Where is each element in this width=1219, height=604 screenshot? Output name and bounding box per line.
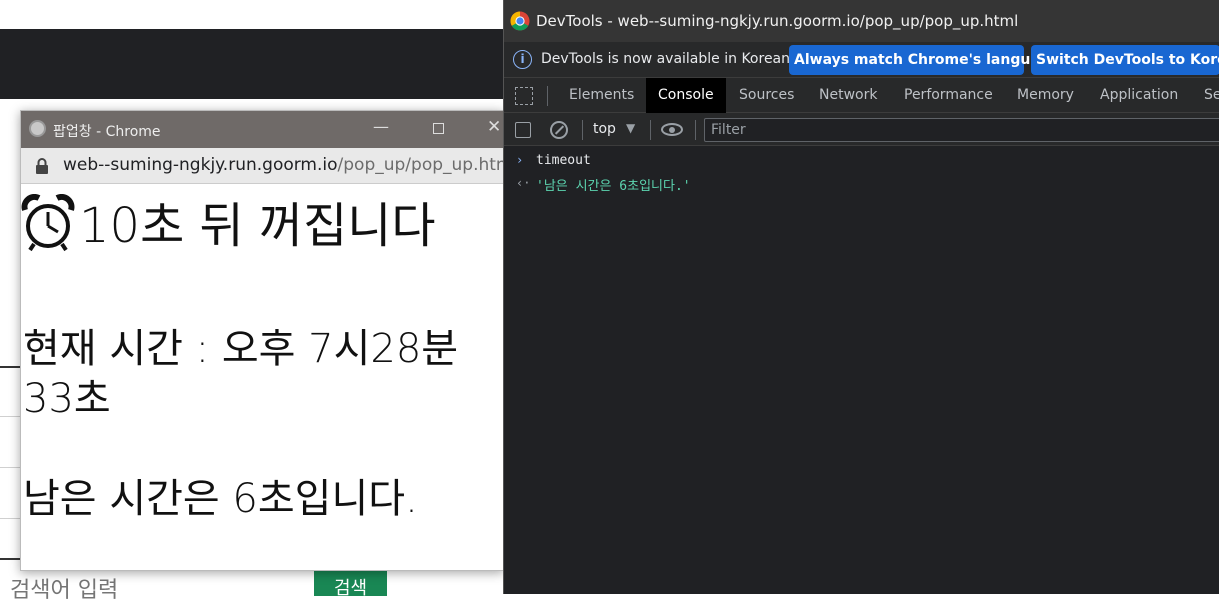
popup-heading-text: 10초 뒤 꺼집니다 <box>79 198 436 254</box>
tab-performance[interactable]: Performance <box>904 78 993 113</box>
devtools-tab-bar: Elements Console Sources Network Perform… <box>504 78 1219 113</box>
url-path: /pop_up/pop_up.html <box>337 155 504 175</box>
tab-network[interactable]: Network <box>819 78 877 113</box>
maximize-icon[interactable] <box>433 123 444 134</box>
console-input-line: timeout <box>536 153 591 168</box>
background-divider <box>0 467 22 468</box>
toolbar-divider <box>695 120 696 140</box>
result-prompt-icon: ‹· <box>516 176 531 190</box>
popup-url[interactable]: web--suming-ngkjy.run.goorm.io/pop_up/po… <box>63 155 504 175</box>
switch-to-korean-button[interactable]: Switch DevTools to Korean <box>1031 45 1219 75</box>
infobar-message: DevTools is now available in Korean! <box>541 51 796 67</box>
url-host: web--suming-ngkjy.run.goorm.io <box>63 155 338 175</box>
devtools-window: DevTools - web--suming-ngkjy.run.goorm.i… <box>503 0 1219 594</box>
input-prompt-icon: › <box>516 153 524 167</box>
current-time-text: 현재 시간 : 오후 7시28분 33초 <box>23 324 503 424</box>
info-icon: i <box>513 50 532 69</box>
background-search-button[interactable]: 검색 <box>314 570 387 599</box>
toolbar-divider <box>582 120 583 140</box>
popup-heading: 10초 뒤 꺼집니다 <box>21 186 436 256</box>
background-divider <box>0 416 22 417</box>
background-page-header <box>0 29 503 99</box>
devtools-titlebar[interactable]: DevTools - web--suming-ngkjy.run.goorm.i… <box>504 0 1219 42</box>
alarm-clock-icon <box>21 194 75 252</box>
chrome-icon <box>510 11 530 31</box>
tab-sources[interactable]: Sources <box>739 78 794 113</box>
sidebar-toggle-icon[interactable] <box>515 122 531 138</box>
popup-titlebar[interactable]: 팝업창 - Chrome — ✕ <box>21 111 503 148</box>
tab-console[interactable]: Console <box>646 78 726 113</box>
background-divider <box>0 558 22 560</box>
current-time-line: 33초 <box>23 376 111 422</box>
background-divider <box>0 366 22 368</box>
always-match-language-button[interactable]: Always match Chrome's language <box>789 45 1059 75</box>
console-result-line: '남은 시간은 6초입니다.' <box>536 179 691 194</box>
lock-icon <box>36 158 48 174</box>
remaining-time-text: 남은 시간은 6초입니다. <box>23 476 418 522</box>
context-selector[interactable]: top <box>593 121 616 137</box>
current-time-line: 현재 시간 : 오후 7시28분 <box>23 326 459 372</box>
close-icon[interactable]: ✕ <box>487 117 501 137</box>
devtools-language-infobar: i DevTools is now available in Korean! A… <box>504 42 1219 78</box>
eye-icon-pupil <box>669 127 675 133</box>
devtools-window-title: DevTools - web--suming-ngkjy.run.goorm.i… <box>536 12 1019 30</box>
globe-icon <box>29 120 46 137</box>
popup-window: 팝업창 - Chrome — ✕ web--suming-ngkjy.run.g… <box>20 110 504 571</box>
tab-application[interactable]: Application <box>1100 78 1178 113</box>
chevron-down-icon[interactable]: ▼ <box>626 121 635 135</box>
popup-window-title: 팝업창 - Chrome <box>53 124 161 140</box>
tab-elements[interactable]: Elements <box>569 78 634 113</box>
popup-address-bar[interactable]: web--suming-ngkjy.run.goorm.io/pop_up/po… <box>21 148 503 184</box>
console-output[interactable]: › timeout ‹· '남은 시간은 6초입니다.' <box>504 146 1219 594</box>
tab-memory[interactable]: Memory <box>1017 78 1074 113</box>
tab-overflow[interactable]: Se <box>1204 78 1219 113</box>
background-divider <box>0 518 22 519</box>
background-search-input[interactable]: 검색어 입력 <box>10 572 118 604</box>
toolbar-divider <box>650 120 651 140</box>
toolbar-divider <box>547 86 548 106</box>
console-toolbar: top ▼ <box>504 113 1219 146</box>
inspect-element-icon[interactable] <box>515 87 533 105</box>
popup-content: 10초 뒤 꺼집니다 현재 시간 : 오후 7시28분 33초 남은 시간은 6… <box>21 184 503 570</box>
minimize-icon[interactable]: — <box>373 117 389 136</box>
console-filter-input[interactable] <box>704 118 1219 142</box>
